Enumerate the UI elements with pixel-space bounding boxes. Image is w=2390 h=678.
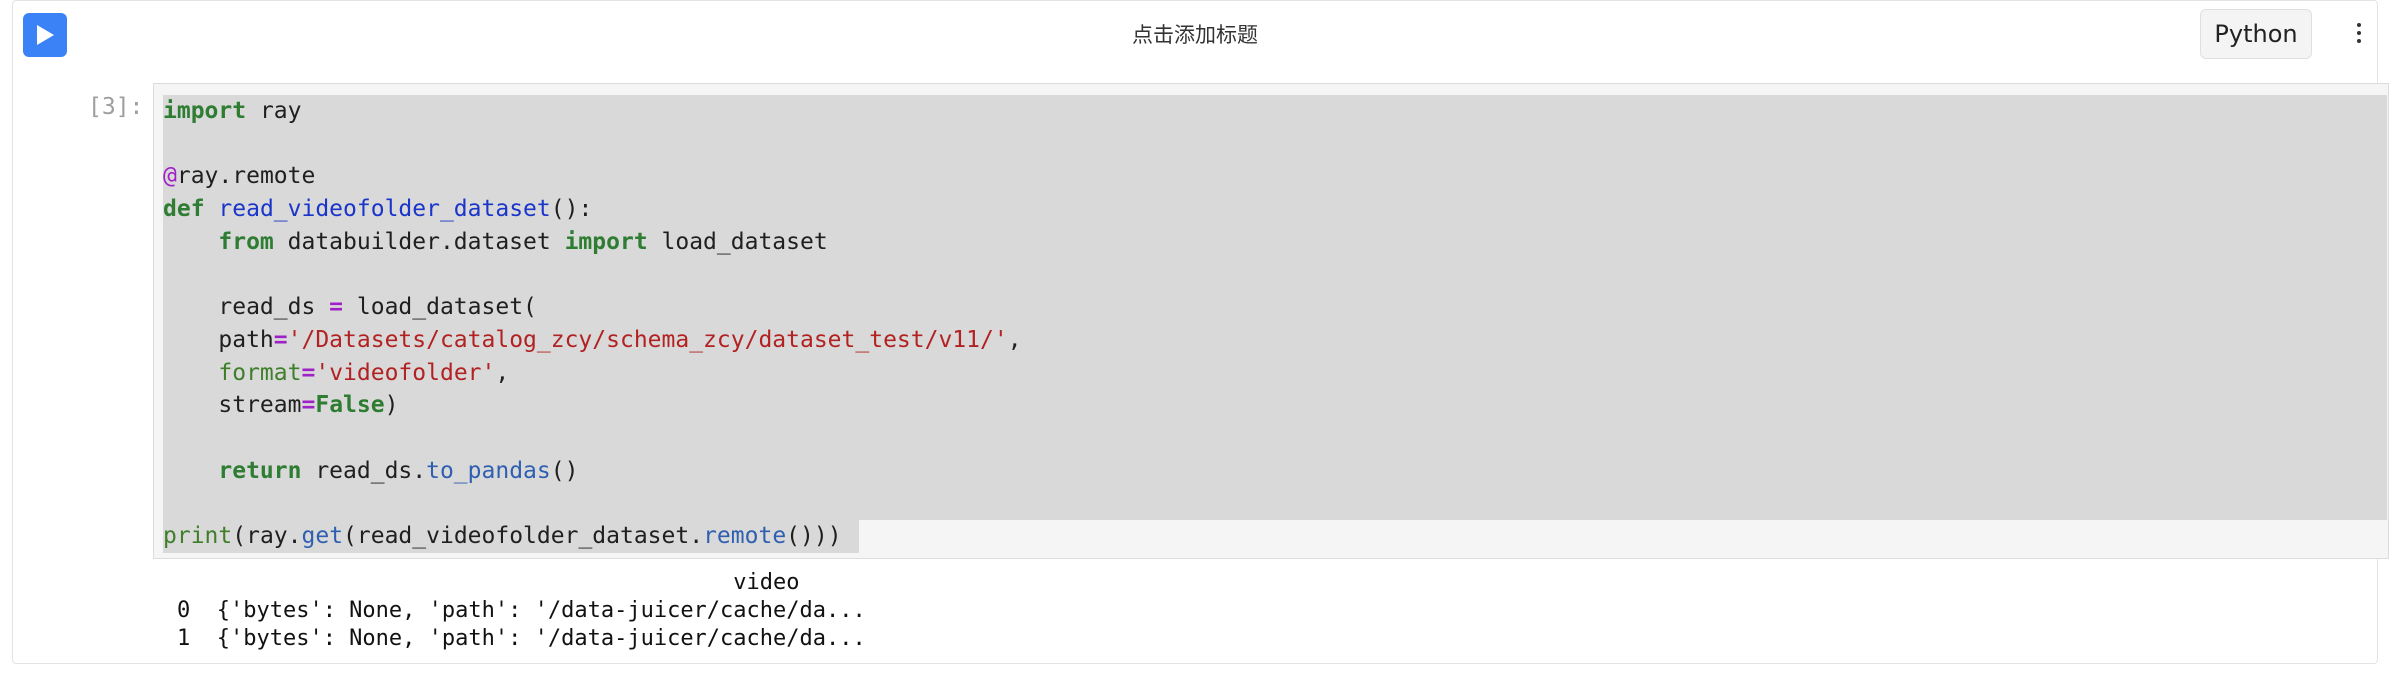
code-line: print(ray.get(read_videofolder_dataset.r… [163,523,842,549]
code-text: load_dataset [647,228,828,255]
method-name: to_pandas [426,457,551,484]
keyword: False [315,392,385,419]
keyword: def [163,196,205,223]
code-line: path='/Datasets/catalog_zcy/schema_zcy/d… [163,326,1022,353]
function-name: read_videofolder_dataset [218,196,551,223]
code-text: stream [218,392,302,419]
code-text: ray.remote [176,163,316,190]
execution-count-prompt: [3]: [88,94,144,120]
output-row: 0 {'bytes': None, 'path': '/data-juicer/… [177,598,866,623]
builtin-name: format [218,359,302,386]
output-header: video [177,570,800,595]
output-row: 1 {'bytes': None, 'path': '/data-juicer/… [177,626,866,651]
more-options-button[interactable] [2349,15,2369,51]
code-text: load_dataset( [343,294,537,321]
notebook-cell-container: 点击添加标题 Python [3]: import ray @ray.remot… [12,0,2389,664]
code-text: , [495,359,510,386]
code-text: databuilder.dataset [273,228,565,255]
kernel-selector-button[interactable]: Python [2200,9,2312,59]
code-text: ) [384,392,399,419]
code-text: (read_videofolder_dataset. [343,523,704,550]
notebook-title[interactable]: 点击添加标题 [13,19,2377,49]
code-text: , [1007,326,1022,353]
method-name: remote [703,523,787,550]
operator: = [273,326,288,353]
builtin-name: print [163,523,233,550]
string-literal: 'videofolder' [315,359,496,386]
code-text: (ray. [232,523,302,550]
code-text: read_ds [218,294,330,321]
cell-output: video 0 {'bytes': None, 'path': '/data-j… [177,569,866,653]
code-text: read_ds. [301,457,427,484]
keyword: import [163,98,247,124]
operator: = [329,294,344,321]
code-line: @ray.remote [163,163,315,189]
keyword: from [218,228,274,255]
code-text: ray [246,98,302,124]
code-line: stream=False) [163,392,398,418]
code-line: def read_videofolder_dataset(): [163,196,592,222]
ellipsis-dot [2357,31,2361,35]
code-line: import ray [163,98,301,124]
code-line: from databuilder.dataset import load_dat… [163,228,828,255]
method-name: get [301,523,344,550]
string-literal: '/Datasets/catalog_zcy/schema_zcy/datase… [287,326,1008,353]
code-text: ())) [786,523,842,550]
operator: = [301,359,316,386]
code-line: read_ds = load_dataset( [163,294,537,320]
keyword: import [564,228,648,255]
code-line: format='videofolder', [163,360,509,386]
keyword: return [218,457,302,484]
vertical-ellipsis-icon [2357,23,2361,27]
ellipsis-dot [2357,39,2361,43]
code-text: (): [550,196,593,223]
code-text: () [550,457,579,484]
code-editor[interactable]: import ray @ray.remote def read_videofol… [153,83,2389,559]
code-lines: import ray @ray.remote def read_videofol… [163,95,1022,553]
decorator-symbol: @ [163,163,177,190]
code-text: path [218,326,274,353]
code-line: return read_ds.to_pandas() [163,458,578,484]
operator: = [301,392,316,419]
